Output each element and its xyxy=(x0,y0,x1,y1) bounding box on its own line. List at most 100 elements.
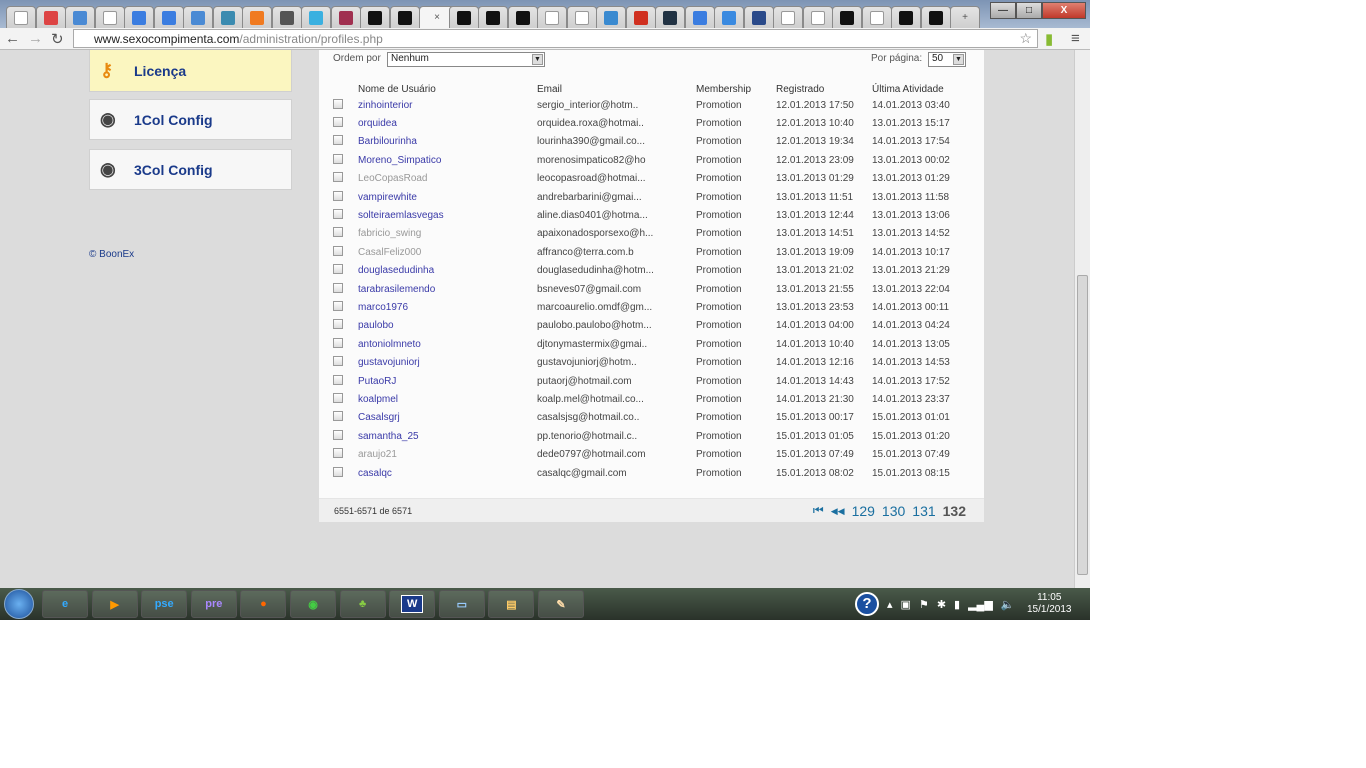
browser-tab[interactable] xyxy=(35,6,66,28)
browser-tab[interactable] xyxy=(537,6,567,28)
row-checkbox[interactable] xyxy=(333,300,343,311)
page-link[interactable]: 130 xyxy=(882,503,905,519)
browser-tab[interactable] xyxy=(301,6,331,28)
browser-tab[interactable] xyxy=(478,6,508,28)
header-username[interactable]: Nome de Usuário xyxy=(358,82,537,96)
row-checkbox[interactable] xyxy=(333,172,343,183)
browser-tab[interactable] xyxy=(832,6,862,28)
browser-tab[interactable] xyxy=(861,6,892,28)
taskbar-item[interactable]: ◉ xyxy=(290,590,336,618)
header-membership[interactable]: Membership xyxy=(696,82,776,96)
row-checkbox[interactable] xyxy=(333,392,343,403)
browser-tab[interactable] xyxy=(655,6,685,28)
row-checkbox[interactable] xyxy=(333,429,343,440)
username-link[interactable]: tarabrasilemendo xyxy=(358,280,537,298)
username-link[interactable]: PutaoRJ xyxy=(358,372,537,390)
taskbar-item[interactable]: ✎ xyxy=(538,590,584,618)
reload-button[interactable]: ↻ xyxy=(51,30,64,48)
username-link[interactable]: araujo21 xyxy=(358,445,537,463)
username-link[interactable]: LeoCopasRoad xyxy=(358,170,537,188)
browser-tab[interactable] xyxy=(271,6,302,28)
network-signal-icon[interactable]: ▂▄▆ xyxy=(968,598,993,611)
address-bar[interactable]: www.sexocompimenta.com/administration/pr… xyxy=(73,29,1038,48)
bookmark-star-icon[interactable]: ☆ xyxy=(1019,30,1032,47)
username-link[interactable]: Moreno_Simpatico xyxy=(358,151,537,169)
help-icon[interactable]: ? xyxy=(855,592,879,616)
username-link[interactable]: Barbilourinha xyxy=(358,133,537,151)
menu-icon[interactable]: ≡ xyxy=(1071,30,1080,47)
new-tab-button[interactable]: + xyxy=(950,6,980,28)
browser-tab[interactable] xyxy=(242,6,272,28)
browser-tab[interactable] xyxy=(389,6,420,28)
browser-tab[interactable] xyxy=(596,6,626,28)
copyright-link[interactable]: © BoonEx xyxy=(89,249,134,260)
username-link[interactable]: gustavojuniorj xyxy=(358,353,537,371)
extension-icon[interactable]: ▮ xyxy=(1045,30,1053,48)
back-button[interactable]: ← xyxy=(5,30,20,47)
minimize-button[interactable]: — xyxy=(990,2,1016,19)
row-checkbox[interactable] xyxy=(333,153,343,164)
row-checkbox[interactable] xyxy=(333,337,343,348)
action-center-flag-icon[interactable]: ⚑ xyxy=(919,598,929,611)
username-link[interactable]: antoniolmneto xyxy=(358,335,537,353)
row-checkbox[interactable] xyxy=(333,135,343,146)
power-icon[interactable]: ▮ xyxy=(954,598,960,611)
browser-tab[interactable] xyxy=(6,6,36,28)
maximize-button[interactable]: □ xyxy=(1016,2,1042,19)
browser-tab[interactable] xyxy=(360,6,390,28)
browser-tab[interactable] xyxy=(124,6,154,28)
browser-tab[interactable] xyxy=(891,6,921,28)
header-registered[interactable]: Registrado xyxy=(776,82,872,96)
browser-tab[interactable] xyxy=(773,6,803,28)
row-checkbox[interactable] xyxy=(333,190,343,201)
page-link[interactable]: 131 xyxy=(912,503,935,519)
browser-tab[interactable] xyxy=(802,6,833,28)
browser-tab[interactable] xyxy=(743,6,774,28)
browser-tab[interactable] xyxy=(714,6,744,28)
username-link[interactable]: CasalFeliz000 xyxy=(358,243,537,261)
browser-tab[interactable] xyxy=(448,6,479,28)
row-checkbox[interactable] xyxy=(333,411,343,422)
username-link[interactable]: fabricio_swing xyxy=(358,225,537,243)
previous-page-icon[interactable]: ◀◀ xyxy=(831,503,845,519)
header-email[interactable]: Email xyxy=(537,82,696,96)
row-checkbox[interactable] xyxy=(333,264,343,275)
browser-tab[interactable] xyxy=(212,6,243,28)
row-checkbox[interactable] xyxy=(333,245,343,256)
username-link[interactable]: vampirewhite xyxy=(358,188,537,206)
username-link[interactable]: samantha_25 xyxy=(358,427,537,445)
row-checkbox[interactable] xyxy=(333,356,343,367)
username-link[interactable]: orquidea xyxy=(358,114,537,132)
row-checkbox[interactable] xyxy=(333,319,343,330)
browser-tab[interactable] xyxy=(566,6,597,28)
volume-icon[interactable]: 🔈 xyxy=(1001,598,1015,611)
username-link[interactable]: koalpmel xyxy=(358,390,537,408)
browser-tab[interactable] xyxy=(920,6,951,28)
clock[interactable]: 11:05 15/1/2013 xyxy=(1027,592,1072,616)
browser-tab[interactable] xyxy=(65,6,95,28)
scrollbar-thumb[interactable] xyxy=(1077,275,1088,575)
taskbar-item[interactable]: W xyxy=(389,590,436,618)
browser-tab[interactable] xyxy=(183,6,213,28)
taskbar-item[interactable]: ▶ xyxy=(91,590,138,618)
taskbar-item[interactable]: ▭ xyxy=(438,590,485,618)
sidebar-item-3col-config[interactable]: ◉ 3Col Config xyxy=(89,149,292,190)
taskbar-item[interactable]: ● xyxy=(240,590,287,618)
forward-button[interactable]: → xyxy=(28,30,43,47)
first-page-icon[interactable]: ⏮ xyxy=(813,503,824,519)
row-checkbox[interactable] xyxy=(333,374,343,385)
row-checkbox[interactable] xyxy=(333,227,343,238)
taskbar-item[interactable]: pse xyxy=(141,590,188,618)
row-checkbox[interactable] xyxy=(333,117,343,128)
browser-tab[interactable] xyxy=(507,6,538,28)
bluetooth-icon[interactable]: ✱ xyxy=(937,598,946,611)
taskbar-item[interactable]: ▤ xyxy=(488,590,535,618)
start-button[interactable] xyxy=(4,589,34,619)
row-checkbox[interactable] xyxy=(333,282,343,293)
order-select[interactable]: Nenhum ▼ xyxy=(387,52,545,67)
username-link[interactable]: zinhointerior xyxy=(358,96,537,114)
browser-tab[interactable] xyxy=(330,6,361,28)
header-last-activity[interactable]: Última Atividade xyxy=(872,82,972,96)
username-link[interactable]: marco1976 xyxy=(358,298,537,316)
browser-tab[interactable] xyxy=(94,6,125,28)
